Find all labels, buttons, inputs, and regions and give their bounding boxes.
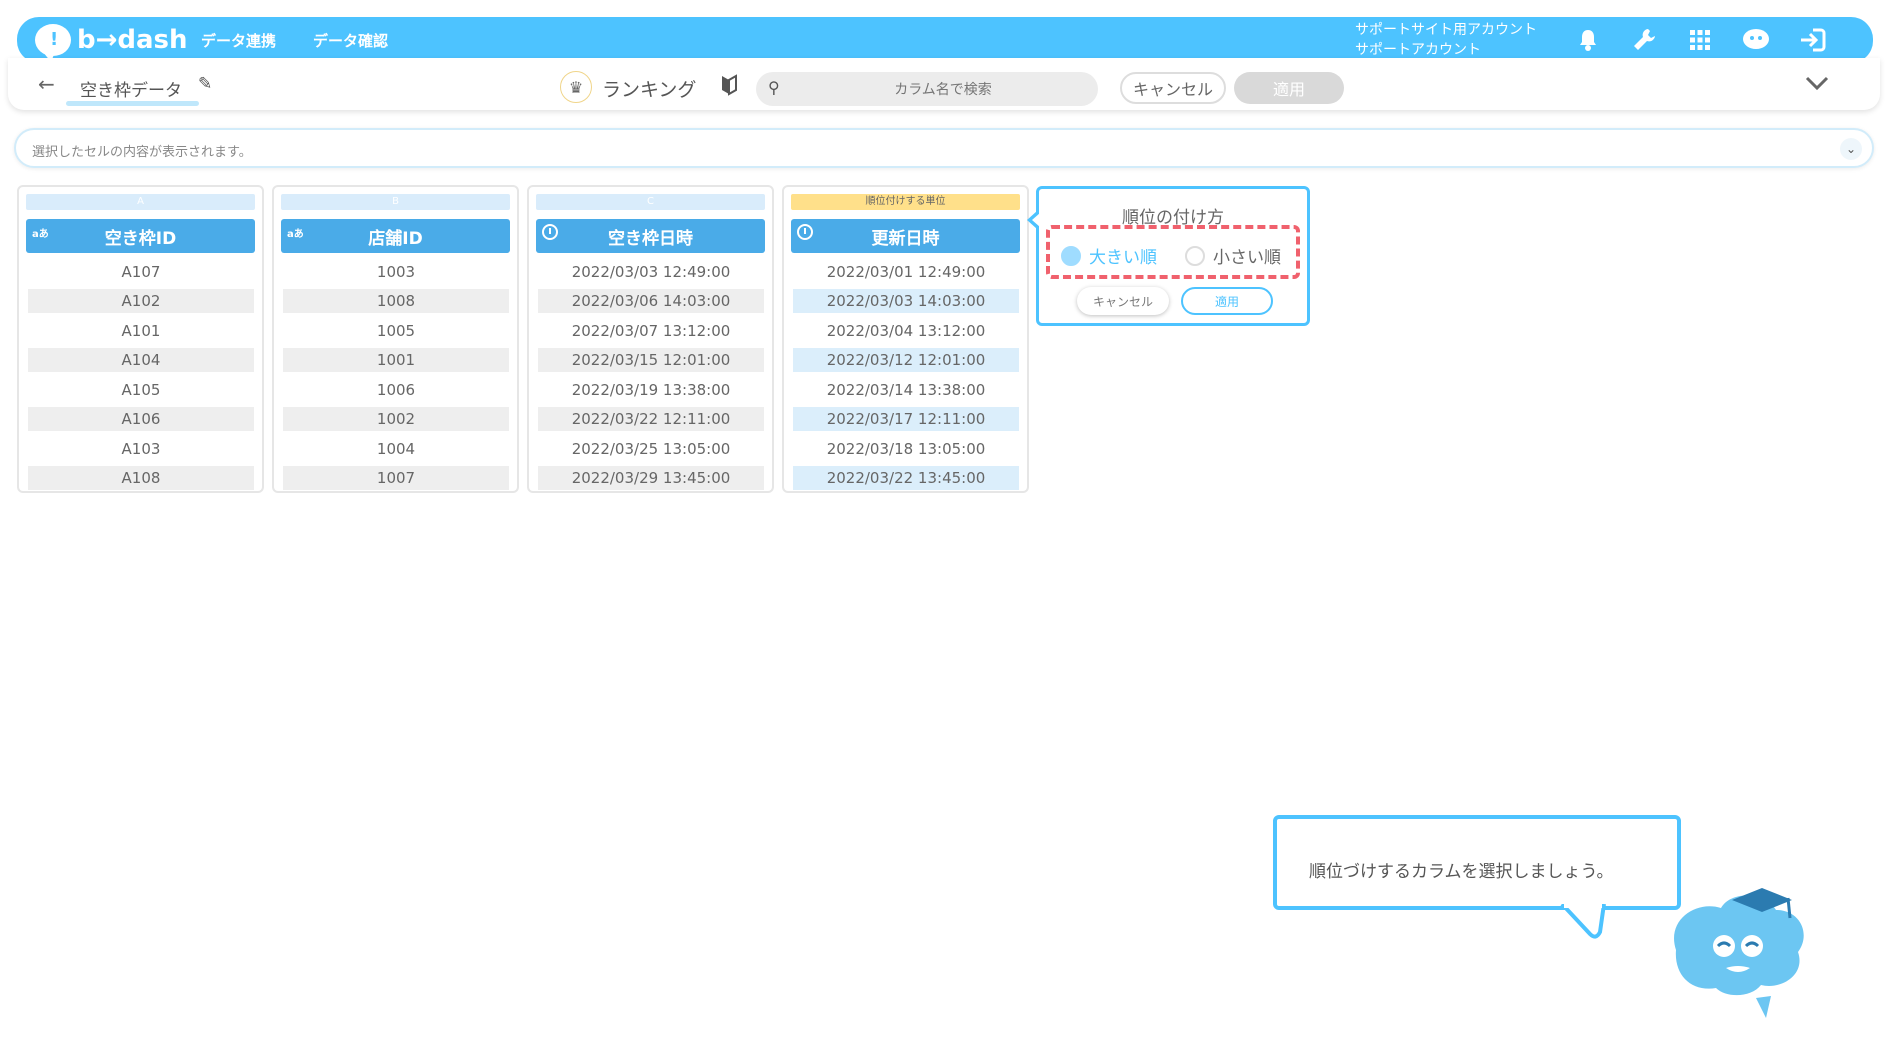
table-cell[interactable]: 2022/03/18 13:05:00 [793,437,1019,461]
table-cell[interactable]: A106 [28,407,254,431]
expand-chevron-icon[interactable]: ⌄ [1840,138,1862,160]
search-icon: ⚲ [768,78,780,97]
column-letter: A [26,194,255,210]
table-name-underline [66,101,199,106]
popover-apply-button[interactable]: 適用 [1181,287,1273,315]
account-site-label[interactable]: サポートサイト用アカウント [1355,20,1537,40]
column-name: 店舗ID [368,228,423,249]
table-cell[interactable]: A108 [28,466,254,490]
radio-ascending[interactable]: 小さい順 [1185,243,1281,268]
table-cell[interactable]: 2022/03/14 13:38:00 [793,378,1019,402]
radio-descending-label: 大きい順 [1089,248,1157,268]
radio-ascending-label: 小さい順 [1213,248,1281,268]
table-cell[interactable]: A103 [28,437,254,461]
logo-text: b→dash [77,25,188,55]
table-cell[interactable]: 1007 [283,466,509,490]
crown-icon: ♛ [560,71,592,103]
bdash-logo[interactable]: ! b→dash [35,21,188,62]
column-name: 更新日時 [871,228,940,249]
column-a[interactable]: A aあ 空き枠ID A107 A102 A101 A104 A105 A106 … [17,185,264,493]
apply-button[interactable]: 適用 [1234,72,1344,104]
clock-type-icon [542,224,558,240]
column-letter: C [536,194,765,210]
cancel-button[interactable]: キャンセル [1120,72,1226,104]
table-cell[interactable]: 1002 [283,407,509,431]
radio-selected-icon [1061,245,1081,266]
table-cell[interactable]: 2022/03/25 13:05:00 [538,437,764,461]
table-cell[interactable]: 2022/03/07 13:12:00 [538,319,764,343]
table-cell[interactable]: 1004 [283,437,509,461]
mascot-chat-icon[interactable] [1741,25,1771,55]
table-cell[interactable]: 2022/03/15 12:01:00 [538,348,764,372]
logout-icon[interactable] [1797,25,1827,55]
column-letter: B [281,194,510,210]
column-name: 空き枠日時 [608,228,693,249]
nav-data-check[interactable]: データ確認 [313,30,388,51]
table-cell[interactable]: 1003 [283,260,509,284]
logo-bubble-icon: ! [35,24,71,62]
chevron-down-icon[interactable] [1804,70,1830,98]
column-name: 空き枠ID [104,228,177,249]
table-cell[interactable]: 2022/03/03 12:49:00 [538,260,764,284]
table-cell[interactable]: A102 [28,289,254,313]
table-cell[interactable]: 2022/03/04 13:12:00 [793,319,1019,343]
cell-content-placeholder: 選択したセルの内容が表示されます。 [32,145,252,160]
table-cell[interactable]: 2022/03/01 12:49:00 [793,260,1019,284]
column-c[interactable]: C 空き枠日時 2022/03/03 12:49:00 2022/03/06 1… [527,185,774,493]
rank-unit-label: 順位付けする単位 [791,194,1020,210]
table-cell[interactable]: 2022/03/22 12:11:00 [538,407,764,431]
table-cell[interactable]: 1001 [283,348,509,372]
table-cell[interactable]: A104 [28,348,254,372]
table-cell[interactable]: 2022/03/12 12:01:00 [793,348,1019,372]
table-cell[interactable]: 2022/03/06 14:03:00 [538,289,764,313]
wrench-icon[interactable] [1629,25,1659,55]
column-search-input[interactable] [796,72,1090,108]
popover-cancel-button[interactable]: キャンセル [1077,287,1169,315]
table-cell[interactable]: 1005 [283,319,509,343]
text-type-icon: aあ [32,229,49,240]
table-name[interactable]: 空き枠データ [80,76,182,101]
column-b[interactable]: B aあ 店舗ID 1003 1008 1005 1001 1006 1002 1… [272,185,519,493]
account-name-label[interactable]: サポートアカウント [1355,40,1481,60]
beginner-mark-icon[interactable] [720,74,738,101]
clock-type-icon [797,224,813,240]
table-cell[interactable]: A105 [28,378,254,402]
guide-message: 順位づけするカラムを選択しましょう。 [1309,862,1614,882]
table-cell[interactable]: 1008 [283,289,509,313]
table-cell[interactable]: A101 [28,319,254,343]
back-arrow-icon[interactable]: ← [38,72,55,96]
column-header[interactable]: aあ 店舗ID [281,219,510,253]
table-cell[interactable]: 2022/03/29 13:45:00 [538,466,764,490]
table-cell[interactable]: 2022/03/03 14:03:00 [793,289,1019,313]
grid-icon[interactable] [1685,25,1715,55]
rank-order-popover: 順位の付け方 大きい順 小さい順 キャンセル 適用 [1027,186,1310,326]
cell-content-bar[interactable]: 選択したセルの内容が表示されます。 ⌄ [14,128,1874,168]
column-header[interactable]: 空き枠日時 [536,219,765,253]
table-cell[interactable]: 2022/03/22 13:45:00 [793,466,1019,490]
table-cell[interactable]: A107 [28,260,254,284]
nav-data-integration[interactable]: データ連携 [201,30,276,51]
column-d-rank-unit[interactable]: 順位付けする単位 更新日時 2022/03/01 12:49:00 2022/0… [782,185,1029,493]
column-header[interactable]: aあ 空き枠ID [26,219,255,253]
column-search[interactable]: ⚲ [756,72,1098,108]
table-cell[interactable]: 2022/03/19 13:38:00 [538,378,764,402]
radio-unselected-icon [1185,245,1205,266]
top-navbar: ! b→dash データ連携 データ確認 サポートサイト用アカウント サポートア… [17,17,1873,63]
table-cell[interactable]: 2022/03/17 12:11:00 [793,407,1019,431]
mascot-character [1674,888,1804,1018]
guide-speech-bubble: 順位づけするカラムを選択しましょう。 [1273,815,1681,910]
table-cell[interactable]: 1006 [283,378,509,402]
radio-descending[interactable]: 大きい順 [1061,243,1157,268]
column-header[interactable]: 更新日時 [791,219,1020,253]
pencil-edit-icon[interactable]: ✎ [198,74,212,94]
bell-icon[interactable] [1573,25,1603,55]
ranking-label: ランキング [602,79,697,101]
text-type-icon: aあ [287,229,304,240]
table-toolbar: ← 空き枠データ ✎ ♛ ランキング ⚲ キャンセル 適用 [8,58,1880,110]
speech-tail [1560,904,1606,939]
